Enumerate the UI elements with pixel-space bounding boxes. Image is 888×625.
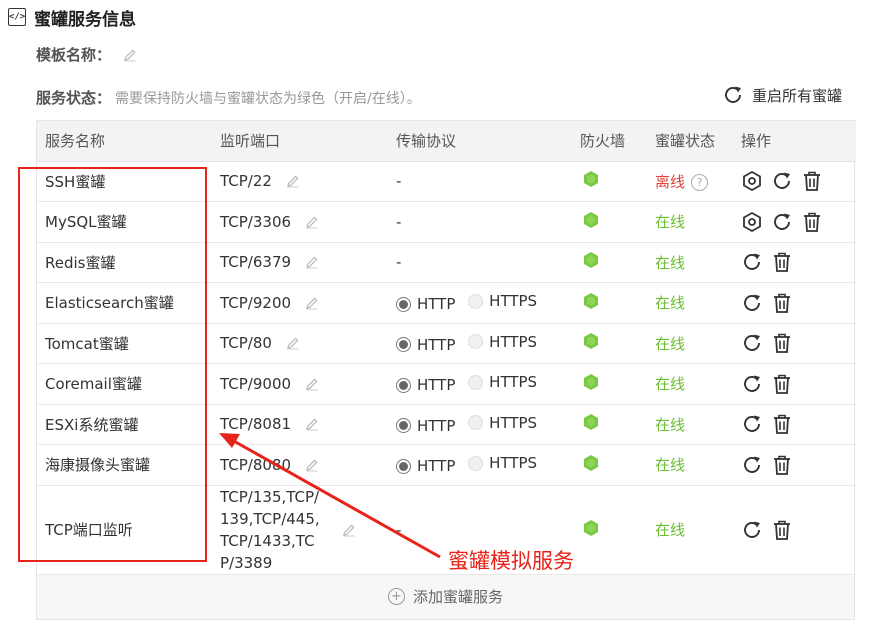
annotation-label: 蜜罐模拟服务 bbox=[448, 549, 574, 573]
annotation-arrow-icon bbox=[219, 433, 441, 559]
